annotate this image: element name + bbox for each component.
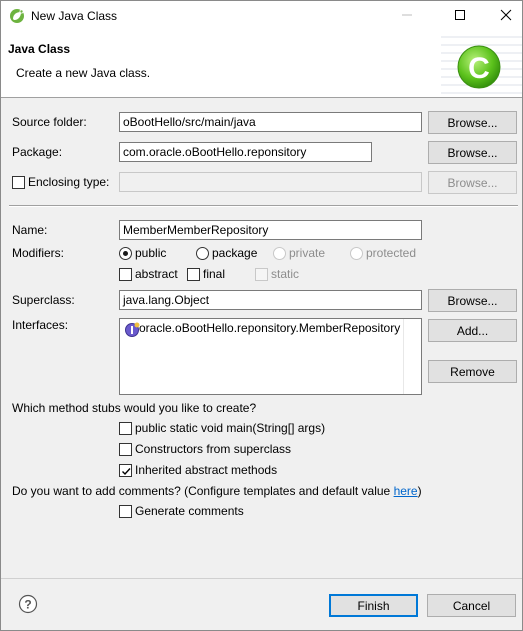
generate-comments-checkbox[interactable] <box>119 505 132 518</box>
inherited-methods-label: Inherited abstract methods <box>135 463 278 477</box>
constructors-checkbox[interactable] <box>119 443 132 456</box>
new-java-class-dialog: New Java Class Java Class Create a new J… <box>0 0 523 631</box>
banner-title: Java Class <box>8 42 71 56</box>
close-button[interactable] <box>483 1 522 31</box>
finish-button[interactable]: Finish <box>329 594 418 617</box>
checkmark-icon <box>122 468 131 476</box>
maximize-button[interactable] <box>437 1 483 31</box>
enclosing-type-browse-button: Browse... <box>428 171 517 194</box>
enclosing-type-field <box>119 172 422 192</box>
templates-link[interactable]: here <box>394 484 418 498</box>
source-folder-browse-button[interactable]: Browse... <box>428 111 517 134</box>
spring-leaf-icon <box>9 8 25 24</box>
minimize-button[interactable] <box>384 1 430 31</box>
enclosing-type-label: Enclosing type: <box>28 175 110 189</box>
public-radio[interactable] <box>119 247 132 260</box>
remove-interface-button[interactable]: Remove <box>428 360 517 383</box>
inherited-methods-checkbox[interactable] <box>119 464 132 477</box>
protected-radio <box>350 247 363 260</box>
main-method-checkbox[interactable] <box>119 422 132 435</box>
static-checkbox-label: static <box>271 267 300 281</box>
interfaces-list[interactable]: oracle.oBootHello.reponsitory.MemberRepo… <box>119 318 422 395</box>
banner-description: Create a new Java class. <box>16 66 151 80</box>
abstract-checkbox-label: abstract <box>135 267 178 281</box>
window-title: New Java Class <box>31 9 118 23</box>
maximize-icon <box>454 9 466 24</box>
package-browse-button[interactable]: Browse... <box>428 141 517 164</box>
interfaces-label: Interfaces: <box>12 318 69 332</box>
name-field[interactable]: MemberMemberRepository <box>119 220 422 240</box>
constructors-label: Constructors from superclass <box>135 442 292 456</box>
comments-question-text: Do you want to add comments? (Configure … <box>12 484 394 498</box>
private-radio <box>273 247 286 260</box>
cancel-button[interactable]: Cancel <box>427 594 516 617</box>
abstract-checkbox[interactable] <box>119 268 132 281</box>
superclass-browse-button[interactable]: Browse... <box>428 289 517 312</box>
interface-icon <box>124 322 140 338</box>
svg-text:C: C <box>468 52 490 85</box>
package-field[interactable]: com.oracle.oBootHello.reponsitory <box>119 142 372 162</box>
protected-radio-label: protected <box>366 246 417 260</box>
superclass-label: Superclass: <box>12 293 75 307</box>
package-radio[interactable] <box>196 247 209 260</box>
comments-question: Do you want to add comments? (Configure … <box>12 484 422 498</box>
main-method-label: public static void main(String[] args) <box>135 421 326 435</box>
interfaces-list-scrollbar[interactable] <box>403 319 404 394</box>
superclass-field[interactable]: java.lang.Object <box>119 290 422 310</box>
help-icon[interactable]: ? <box>18 594 38 614</box>
minimize-icon <box>401 9 413 24</box>
add-interface-button[interactable]: Add... <box>428 319 517 342</box>
new-class-wizard-icon: C <box>441 31 522 97</box>
private-radio-label: private <box>289 246 326 260</box>
separator <box>9 205 518 207</box>
static-checkbox <box>255 268 268 281</box>
comments-question-end: ) <box>417 484 422 498</box>
close-icon <box>500 9 512 24</box>
enclosing-type-checkbox[interactable] <box>12 176 25 189</box>
package-radio-label: package <box>212 246 258 260</box>
interface-item[interactable]: oracle.oBootHello.reponsitory.MemberRepo… <box>139 321 400 335</box>
public-radio-label: public <box>135 246 167 260</box>
final-checkbox[interactable] <box>187 268 200 281</box>
source-folder-label: Source folder: <box>12 115 87 129</box>
source-folder-field[interactable]: oBootHello/src/main/java <box>119 112 422 132</box>
modifiers-label: Modifiers: <box>12 246 65 260</box>
footer-divider <box>1 578 522 579</box>
final-checkbox-label: final <box>203 267 226 281</box>
wizard-banner: Java Class Create a new Java class. C <box>1 31 522 98</box>
generate-comments-label: Generate comments <box>135 504 244 518</box>
svg-text:?: ? <box>24 598 31 612</box>
name-label: Name: <box>12 223 48 237</box>
title-bar: New Java Class <box>1 1 522 31</box>
package-label: Package: <box>12 145 63 159</box>
method-stubs-question: Which method stubs would you like to cre… <box>12 401 257 415</box>
